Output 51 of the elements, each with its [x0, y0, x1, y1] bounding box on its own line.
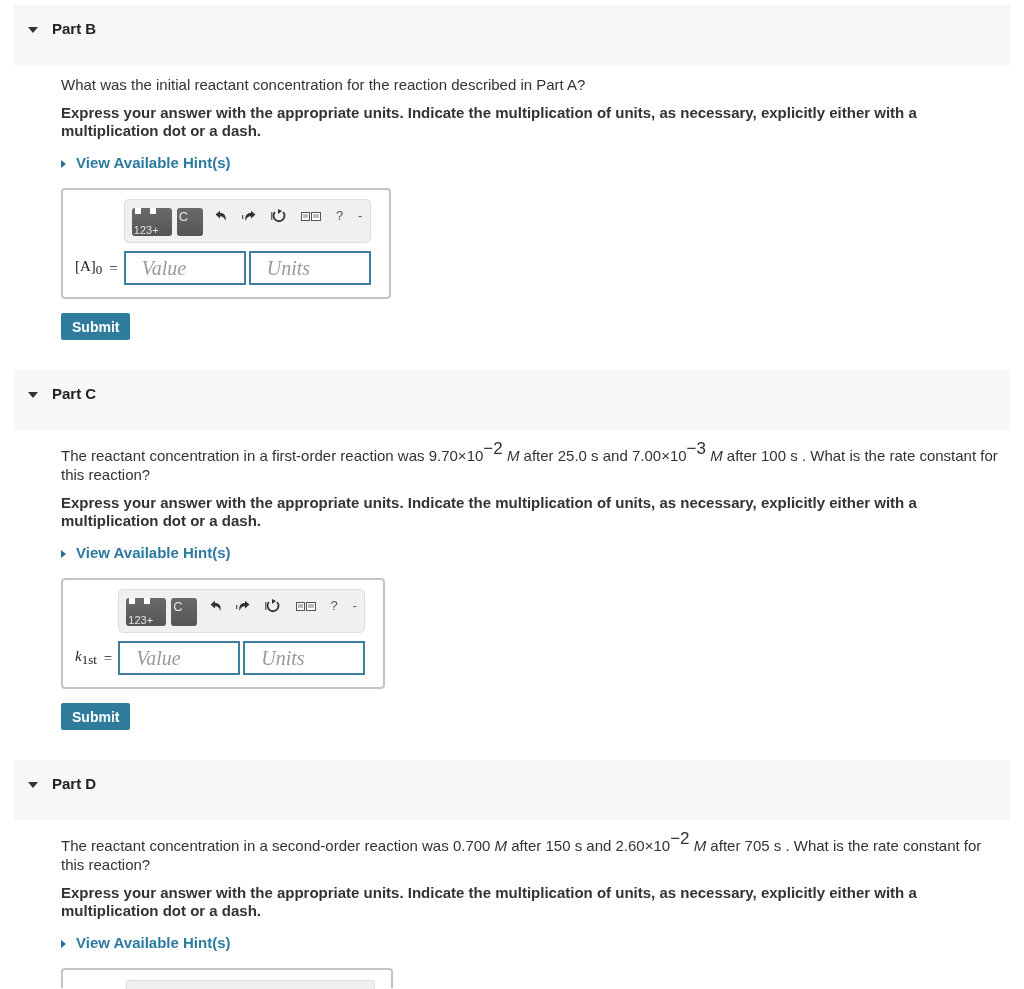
- keyboard-button[interactable]: [301, 211, 322, 221]
- fraction-template-icon: [134, 208, 159, 214]
- instruction-text: Express your answer with the appropriate units. Indicate the multiplication of units, as necessary, explicitly either with a multiplication dot or a dash.: [61, 494, 918, 531]
- undo-icon: [215, 210, 228, 222]
- units-field[interactable]: Units: [248, 251, 371, 285]
- part-title: Part C: [52, 385, 97, 402]
- caret-icon: [61, 160, 66, 168]
- reset-button[interactable]: [270, 209, 287, 223]
- part-title: Part B: [52, 20, 97, 37]
- keyboard-button[interactable]: [295, 601, 316, 611]
- equals-sign: =: [109, 259, 118, 277]
- part-header[interactable]: Part C: [14, 370, 1010, 430]
- template-button[interactable]: C: [176, 208, 203, 236]
- instruction-text: Express your answer with the appropriate units. Indicate the multiplication of units, as necessary, explicitly either with a multiplication dot or a dash.: [61, 884, 918, 921]
- redo-icon: [236, 600, 251, 613]
- undo-button[interactable]: [209, 600, 222, 613]
- redo-button[interactable]: [241, 210, 256, 222]
- submit-button[interactable]: Submit: [61, 703, 131, 731]
- template-button[interactable]: 123+: [131, 208, 172, 236]
- help-button[interactable]: ?: [330, 599, 338, 614]
- variable-label: k$_{1st}$: [75, 648, 97, 669]
- undo-icon: [209, 600, 222, 613]
- redo-button[interactable]: [236, 600, 251, 613]
- hint-link[interactable]: View Available Hint(s): [61, 934, 231, 953]
- reset-icon: [270, 209, 287, 223]
- caret-icon: [61, 550, 66, 559]
- instruction-text: Express your answer with the appropriate units. Indicate the multiplication of units, as necessary, explicitly either with a multiplication dot or a dash.: [61, 104, 918, 140]
- part-title: Part D: [52, 775, 97, 793]
- part-header[interactable]: Part B: [14, 5, 1010, 65]
- redo-icon: [241, 210, 256, 222]
- more-button[interactable]: -: [358, 209, 363, 223]
- hint-link[interactable]: View Available Hint(s): [61, 544, 231, 563]
- template-button[interactable]: C: [171, 598, 198, 627]
- units-field[interactable]: Units: [243, 641, 366, 676]
- equals-sign: =: [103, 649, 113, 667]
- more-button[interactable]: -: [352, 599, 357, 614]
- question-text: What was the initial reactant concentration for the reaction described in Part A?: [61, 75, 587, 94]
- reset-icon: [265, 599, 282, 614]
- undo-button[interactable]: [215, 210, 228, 222]
- reset-button[interactable]: [265, 599, 282, 614]
- variable-label: [A]$_{0}$: [75, 258, 103, 278]
- part-header[interactable]: Part D: [14, 760, 1010, 821]
- caret-icon: [61, 940, 66, 949]
- value-field[interactable]: Value: [123, 251, 246, 285]
- help-button[interactable]: ?: [336, 209, 344, 223]
- value-field[interactable]: Value: [118, 641, 241, 676]
- template-button[interactable]: 123+: [126, 598, 167, 627]
- keyboard-icon: [295, 601, 316, 611]
- hint-link[interactable]: View Available Hint(s): [61, 154, 231, 172]
- keyboard-icon: [301, 211, 322, 221]
- submit-button[interactable]: Submit: [61, 313, 131, 340]
